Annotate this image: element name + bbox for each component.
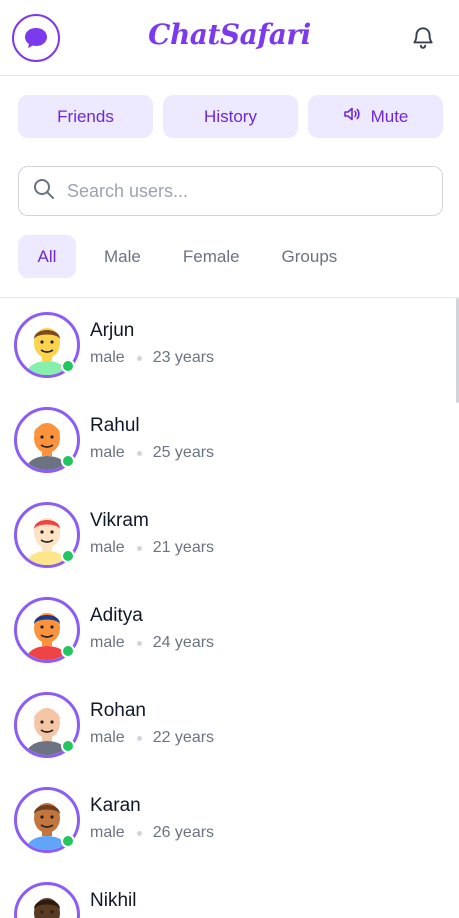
user-name: Rohan <box>90 700 146 721</box>
user-age: 25 years <box>152 444 215 461</box>
search-box <box>18 166 443 216</box>
history-button-label: History <box>204 106 257 126</box>
user-name: Rahul <box>90 415 140 436</box>
search-icon <box>33 178 55 205</box>
top-button-bar: Friends History Mute <box>18 95 443 138</box>
user-gender: male <box>90 824 125 841</box>
user-name: Arjun <box>90 320 135 341</box>
separator-dot <box>136 735 142 741</box>
user-name: Karan <box>90 795 141 816</box>
user-row[interactable]: Vikram male 21 years <box>0 488 459 583</box>
bell-icon[interactable] <box>410 24 436 50</box>
user-age: 24 years <box>152 634 215 651</box>
user-meta: male 22 years <box>90 729 214 747</box>
user-name: Aditya <box>90 605 143 626</box>
online-indicator <box>61 834 75 848</box>
user-meta: male 21 years <box>90 539 214 557</box>
speaker-icon <box>343 106 361 127</box>
separator-dot <box>136 545 142 551</box>
search-input[interactable] <box>67 180 407 202</box>
mute-button-label: Mute <box>370 106 409 126</box>
user-age: 26 years <box>152 824 215 841</box>
user-name: Vikram <box>90 510 149 531</box>
separator-dot <box>136 450 142 456</box>
separator-dot <box>136 830 142 836</box>
user-meta: male 26 years <box>90 824 214 842</box>
online-indicator <box>61 359 75 373</box>
friends-button[interactable]: Friends <box>18 95 153 138</box>
brand-title: ChatSafari <box>148 18 311 51</box>
user-gender: male <box>90 444 125 461</box>
filter-tabs: All Male Female Groups <box>18 235 365 278</box>
user-age: 23 years <box>152 349 215 366</box>
app-header: ChatSafari <box>0 0 459 76</box>
user-gender: male <box>90 634 125 651</box>
separator-dot <box>136 355 142 361</box>
friends-button-label: Friends <box>57 106 114 126</box>
user-meta: male 23 years <box>90 349 214 367</box>
filter-all[interactable]: All <box>18 235 76 278</box>
user-list: Arjun male 23 years Rahul male 25 years Vi… <box>0 298 459 918</box>
history-button[interactable]: History <box>163 95 298 138</box>
user-age: 21 years <box>152 539 215 556</box>
online-indicator <box>61 739 75 753</box>
online-indicator <box>61 549 75 563</box>
online-indicator <box>61 454 75 468</box>
user-age: 22 years <box>152 729 215 746</box>
user-name: Nikhil <box>90 890 137 911</box>
user-row[interactable]: Aditya male 24 years <box>0 583 459 678</box>
user-gender: male <box>90 729 125 746</box>
filter-groups[interactable]: Groups <box>268 235 352 278</box>
user-row[interactable]: Karan male 26 years <box>0 773 459 868</box>
filter-female[interactable]: Female <box>169 235 254 278</box>
separator-dot <box>136 640 142 646</box>
avatar <box>14 882 80 918</box>
user-row[interactable]: Arjun male 23 years <box>0 298 459 393</box>
user-gender: male <box>90 349 125 366</box>
mute-button[interactable]: Mute <box>308 95 443 138</box>
filter-male[interactable]: Male <box>90 235 155 278</box>
online-indicator <box>61 644 75 658</box>
user-gender: male <box>90 539 125 556</box>
user-meta: male 25 years <box>90 444 214 462</box>
user-row[interactable]: Rohan male 22 years <box>0 678 459 773</box>
user-row[interactable]: Nikhil <box>0 868 459 918</box>
user-meta: male 24 years <box>90 634 214 652</box>
user-row[interactable]: Rahul male 25 years <box>0 393 459 488</box>
